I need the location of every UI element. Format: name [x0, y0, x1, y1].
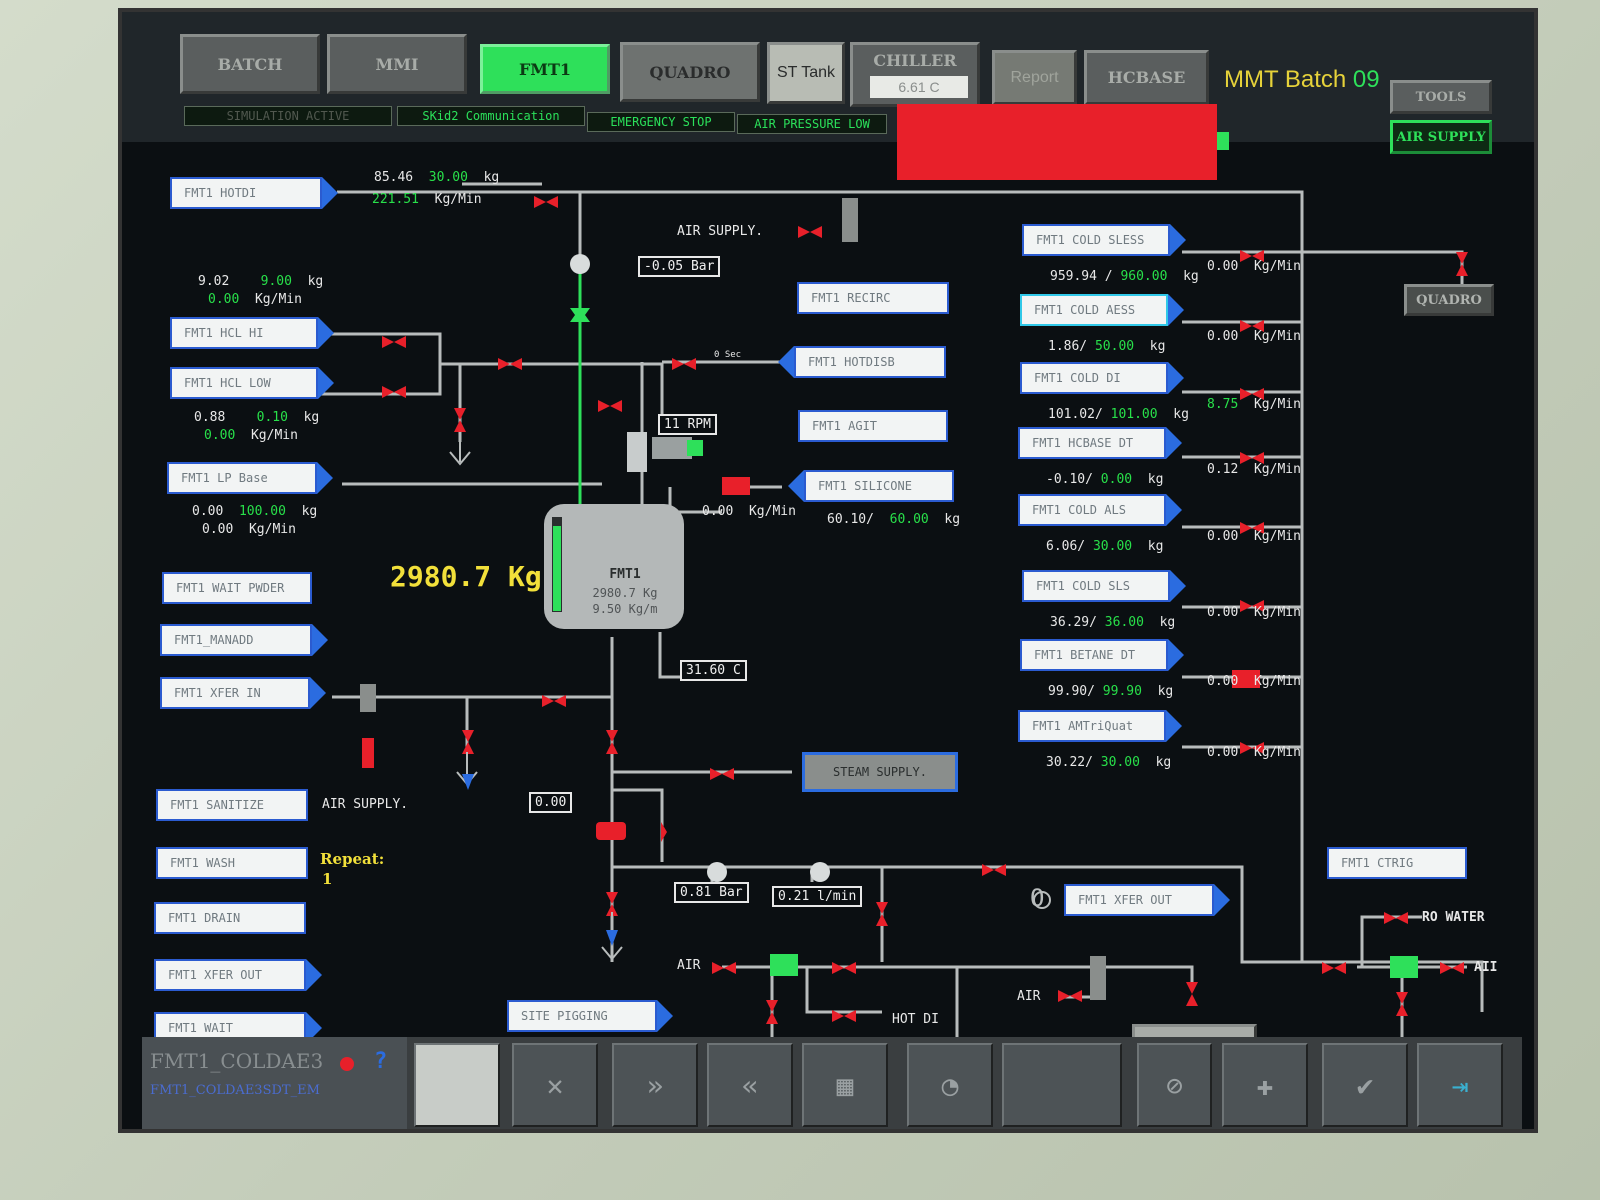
- quadro-button[interactable]: QUADRO: [1404, 284, 1494, 316]
- hotdi-values: 85.46 30.00 kg: [374, 170, 500, 185]
- right-rate-6: 0.00 Kg/Min: [1207, 605, 1301, 620]
- tag-sanitize[interactable]: FMT1 SANITIZE: [156, 789, 308, 821]
- air-label-bottom: AIR: [677, 958, 701, 973]
- right-rate-8: 0.00 Kg/Min: [1207, 745, 1301, 760]
- valve-value-readout: 0.00: [529, 792, 573, 813]
- steam-supply-button[interactable]: STEAM SUPPLY.: [802, 752, 958, 792]
- tools-icon[interactable]: ✕: [512, 1043, 598, 1127]
- notepad-icon[interactable]: [414, 1043, 500, 1127]
- right-values-8: 30.22/ 30.00 kg: [1046, 755, 1172, 770]
- tag-wait-pwder[interactable]: FMT1 WAIT PWDER: [162, 572, 312, 604]
- right-values-5: 6.06/ 30.00 kg: [1046, 539, 1164, 554]
- repeat-label: Repeat:: [320, 850, 385, 868]
- hot-di-label: HOT DI: [892, 1012, 939, 1027]
- tag-hotdi[interactable]: FMT1 HOTDI: [170, 177, 338, 209]
- air-supply-top-label: AIR SUPPLY.: [677, 224, 764, 239]
- forward-icon[interactable]: »: [612, 1043, 698, 1127]
- tag-wash[interactable]: FMT1 WASH: [156, 847, 308, 879]
- tag-agit[interactable]: FMT1 AGIT: [798, 410, 948, 442]
- silicone-arrow-icon: [788, 470, 804, 502]
- right-rate-3: 8.75 Kg/Min: [1207, 397, 1301, 412]
- tag-recirc[interactable]: FMT1 RECIRC: [797, 282, 949, 314]
- blank-button[interactable]: [1002, 1043, 1122, 1127]
- air-right-label: AII: [1474, 960, 1498, 975]
- hotdisb-timer: 0 Sec: [714, 350, 742, 360]
- tag-right-7[interactable]: FMT1 BETANE DT: [1020, 639, 1184, 671]
- bottom-info-title: FMT1_COLDAE3: [150, 1049, 324, 1073]
- right-values-4: -0.10/ 0.00 kg: [1046, 472, 1164, 487]
- tag-right-3[interactable]: FMT1 COLD DI: [1020, 362, 1184, 394]
- bottom-info-subtitle: FMT1_COLDAE3SDT_EM: [150, 1083, 320, 1098]
- tag-hcl-low[interactable]: FMT1 HCL LOW: [170, 367, 334, 399]
- help-icon[interactable]: ?: [374, 1049, 387, 1074]
- right-values-6: 36.29/ 36.00 kg: [1050, 615, 1176, 630]
- right-values-3: 101.02/ 101.00 kg: [1048, 407, 1189, 422]
- tank-rate: 9.50 Kg/m: [592, 602, 658, 616]
- status-circle-mark: O: [1030, 884, 1045, 912]
- plus-icon[interactable]: ✚: [1222, 1043, 1308, 1127]
- right-values-7: 99.90/ 99.90 kg: [1048, 684, 1174, 699]
- site-pigging-button[interactable]: SITE PIGGING: [507, 1000, 673, 1032]
- right-rate-7: 0.00 Kg/Min: [1207, 674, 1301, 689]
- tag-drain[interactable]: FMT1 DRAIN: [154, 902, 306, 934]
- air-supply-mid-label: AIR SUPPLY.: [322, 797, 409, 812]
- tag-xfer-out[interactable]: FMT1 XFER OUT: [154, 959, 322, 991]
- tank-temp-readout: 31.60 C: [680, 660, 747, 681]
- tag-silicone[interactable]: FMT1 SILICONE: [788, 470, 954, 502]
- tank-weight-big: 2980.7 Kg: [390, 560, 542, 593]
- air-label-bottom2: AIR: [1017, 989, 1041, 1004]
- back-icon[interactable]: «: [707, 1043, 793, 1127]
- right-values-1: 959.94 / 960.00 kg: [1050, 269, 1199, 284]
- hcl-hi-values: 9.02 9.00 kg: [198, 274, 324, 289]
- tag-manadd[interactable]: FMT1_MANADD: [160, 624, 328, 656]
- tank-level-bar: [553, 526, 561, 611]
- pressure-top-readout: -0.05 Bar: [638, 256, 721, 277]
- exit-icon[interactable]: ⇥: [1417, 1043, 1503, 1127]
- hcl-low-rate: 0.00 Kg/Min: [204, 428, 298, 443]
- tank-name: FMT1: [609, 567, 641, 582]
- tag-xfer-in[interactable]: FMT1 XFER IN: [160, 677, 326, 709]
- agit-rpm-readout: 11 RPM: [658, 414, 717, 435]
- right-rate-5: 0.00 Kg/Min: [1207, 529, 1301, 544]
- right-rate-4: 0.12 Kg/Min: [1207, 462, 1301, 477]
- check-icon[interactable]: ✔: [1322, 1043, 1408, 1127]
- tag-right-2[interactable]: FMT1 COLD AESS: [1020, 294, 1184, 326]
- tag-right-6[interactable]: FMT1 COLD SLS: [1022, 570, 1186, 602]
- ctrig-button[interactable]: FMT1 CTRIG: [1327, 847, 1467, 879]
- alarm-dot-icon: [340, 1057, 354, 1071]
- hmi-screen: BATCH MMI FMT1 QUADRO ST Tank CHILLER 6.…: [118, 8, 1538, 1133]
- right-rate-2: 0.00 Kg/Min: [1207, 329, 1301, 344]
- tag-right-1[interactable]: FMT1 COLD SLESS: [1022, 224, 1186, 256]
- right-rate-1: 0.00 Kg/Min: [1207, 259, 1301, 274]
- lp-base-values: 0.00 100.00 kg: [192, 504, 318, 519]
- ro-water-label: RO WATER: [1422, 910, 1485, 925]
- tag-hotdisb[interactable]: FMT1 HOTDISB: [778, 346, 946, 378]
- bottom-toolbar: FMT1_COLDAE3 FMT1_COLDAE3SDT_EM ? ✕ » « …: [142, 1037, 1522, 1129]
- tag-right-8[interactable]: FMT1 AMTriQuat: [1018, 710, 1182, 742]
- tank-weight: 2980.7 Kg: [592, 586, 658, 600]
- gauge-icon[interactable]: ◔: [907, 1043, 993, 1127]
- flow-bottom-readout: 0.21 l/min: [772, 886, 863, 907]
- tag-right-4[interactable]: FMT1 HCBASE DT: [1018, 427, 1182, 459]
- list-icon[interactable]: ▦: [802, 1043, 888, 1127]
- repeat-value: 1: [322, 870, 333, 888]
- stop-icon[interactable]: ⊘: [1137, 1043, 1212, 1127]
- hotdisb-arrow-icon: [778, 346, 794, 378]
- silicone-rate: 0.00 Kg/Min: [702, 504, 796, 519]
- pressure-bottom-readout: 0.81 Bar: [674, 882, 749, 903]
- tag-right-5[interactable]: FMT1 COLD ALS: [1018, 494, 1182, 526]
- silicone-values: 60.10/ 60.00 kg: [827, 512, 961, 527]
- tag-hcl-hi[interactable]: FMT1 HCL HI: [170, 317, 334, 349]
- tag-lp-base[interactable]: FMT1 LP Base: [167, 462, 333, 494]
- bottom-info-panel: FMT1_COLDAE3 FMT1_COLDAE3SDT_EM ?: [142, 1037, 407, 1129]
- hcl-hi-rate: 0.00 Kg/Min: [208, 292, 302, 307]
- lp-base-rate: 0.00 Kg/Min: [202, 522, 296, 537]
- right-values-2: 1.86/ 50.00 kg: [1048, 339, 1166, 354]
- hotdi-rate: 221.51 Kg/Min: [372, 192, 482, 207]
- hcl-low-values: 0.88 0.10 kg: [194, 410, 320, 425]
- xfer-out-right-button[interactable]: FMT1 XFER OUT: [1064, 884, 1230, 916]
